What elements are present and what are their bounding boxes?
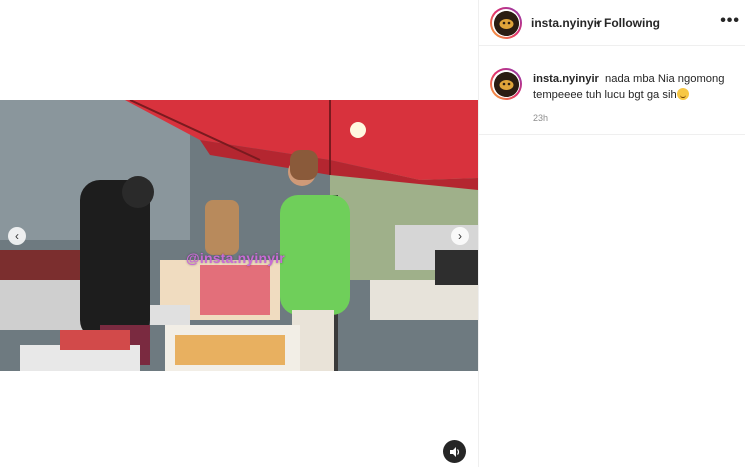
header-separator: • bbox=[596, 16, 601, 30]
more-options-icon[interactable]: ••• bbox=[720, 12, 740, 30]
next-glyph: › bbox=[458, 229, 462, 243]
caption-text: insta.nyinyir nada mba Nia ngomong tempe… bbox=[533, 71, 738, 103]
caption-avatar[interactable] bbox=[490, 68, 522, 100]
grinning-face-emoji-icon bbox=[676, 88, 689, 100]
caption-row: insta.nyinyir nada mba Nia ngomong tempe… bbox=[479, 47, 745, 135]
chevron-right-icon[interactable]: › bbox=[451, 227, 469, 245]
video-watermark: @insta.nyinyir bbox=[186, 250, 285, 266]
avatar[interactable] bbox=[490, 7, 522, 39]
video-frame-image bbox=[0, 100, 478, 371]
audio-toggle-button[interactable] bbox=[443, 440, 466, 463]
post-header: insta.nyinyir • Following ••• bbox=[479, 0, 745, 46]
caption-username[interactable]: insta.nyinyir bbox=[533, 73, 599, 85]
post-timestamp[interactable]: 23h bbox=[533, 113, 548, 123]
post-video[interactable]: @insta.nyinyir bbox=[0, 100, 478, 371]
post-author-username[interactable]: insta.nyinyir bbox=[531, 16, 602, 30]
post-media-pane: @insta.nyinyir ‹ › bbox=[0, 0, 478, 467]
profile-picture-icon bbox=[493, 10, 519, 36]
speaker-icon bbox=[449, 446, 459, 457]
post-side-pane: insta.nyinyir • Following ••• insta.nyin… bbox=[478, 0, 745, 467]
profile-picture-icon bbox=[493, 71, 519, 97]
chevron-left-icon[interactable]: ‹ bbox=[8, 227, 26, 245]
caption-avatar-image bbox=[493, 71, 519, 97]
following-button[interactable]: Following bbox=[604, 16, 660, 30]
caption-avatar-inner bbox=[492, 70, 520, 98]
prev-glyph: ‹ bbox=[15, 229, 19, 243]
avatar-image bbox=[493, 10, 519, 36]
avatar-inner bbox=[492, 9, 520, 37]
